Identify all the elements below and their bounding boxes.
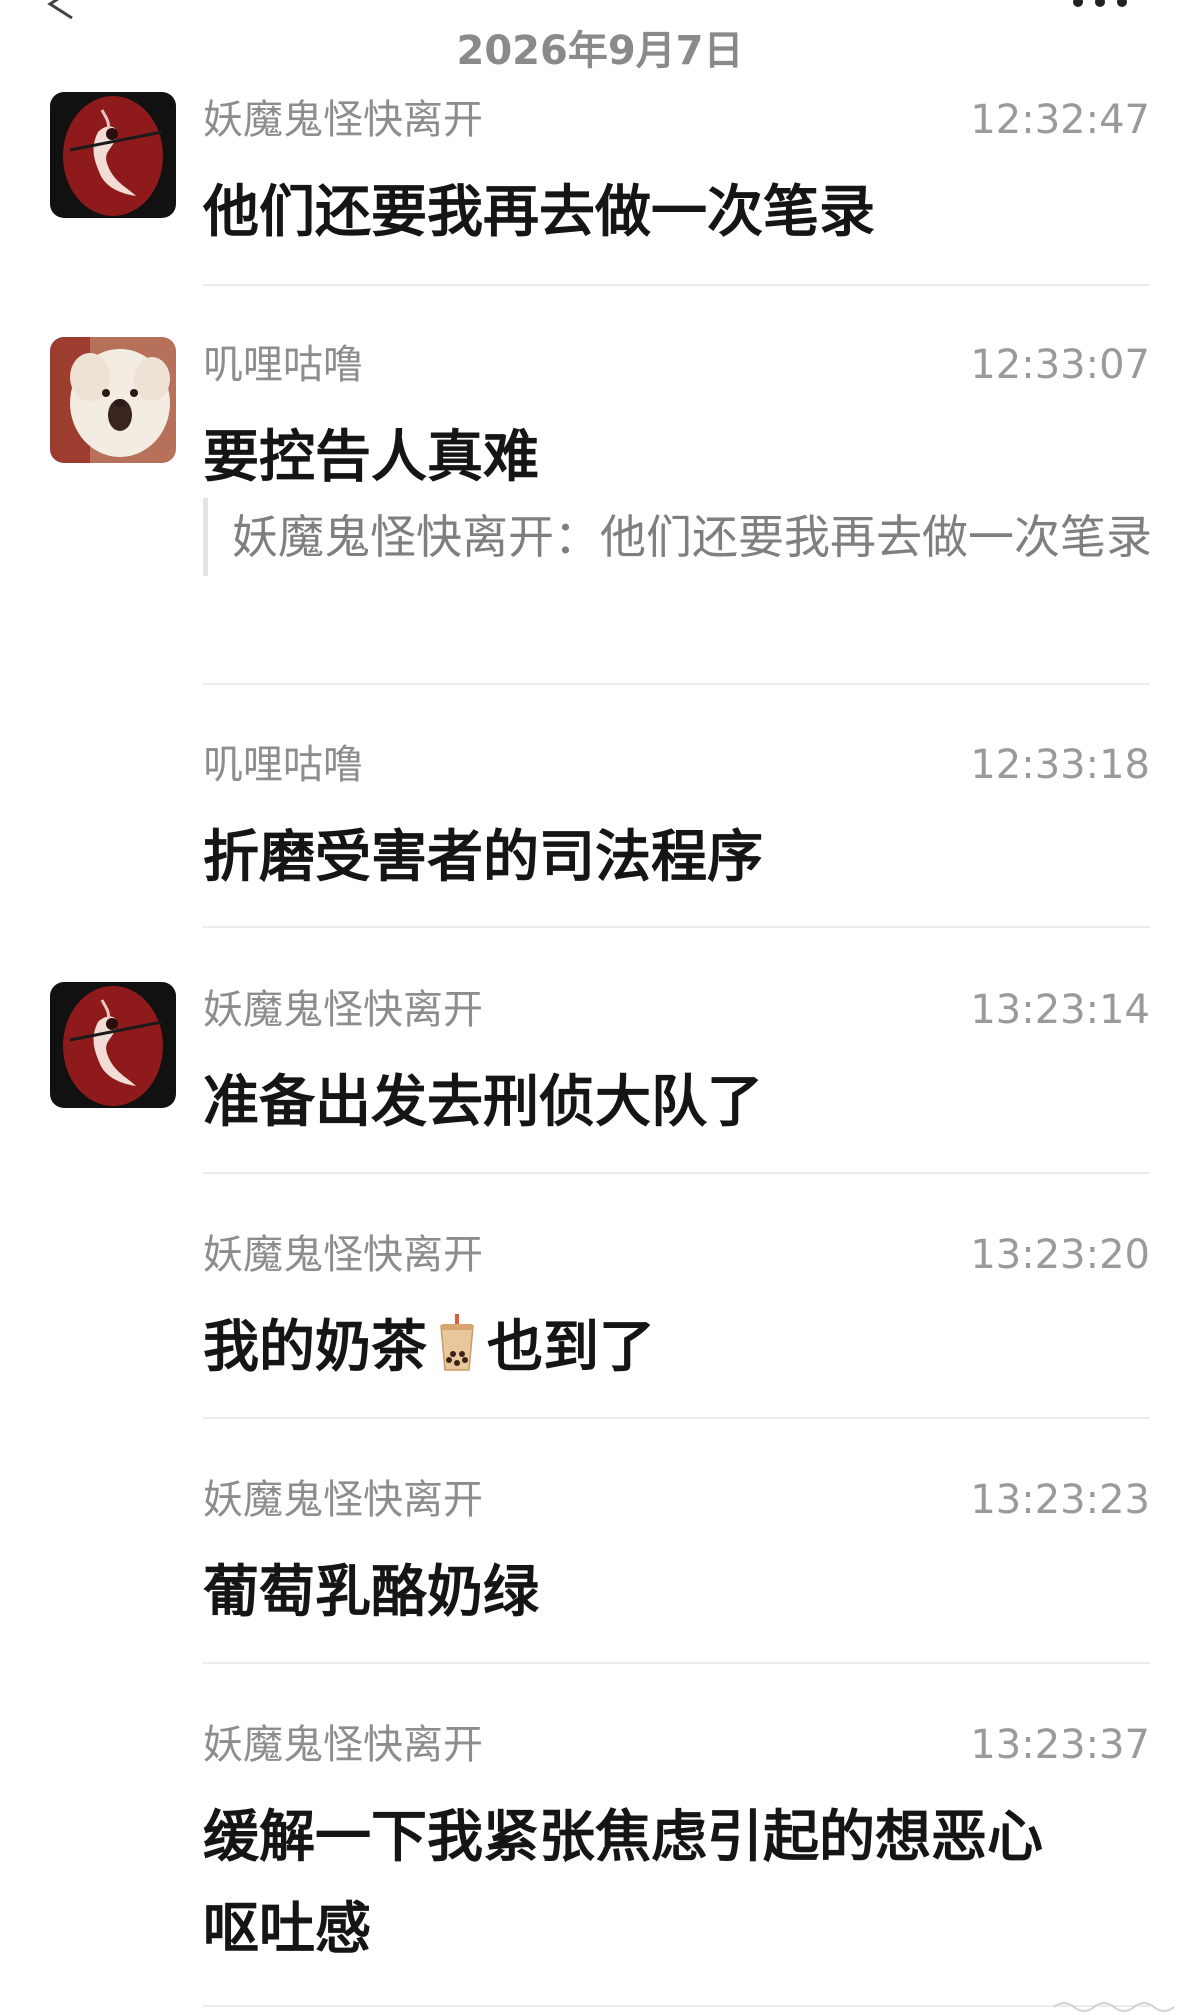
divider bbox=[203, 1172, 1150, 1174]
message-text-part: 我的奶茶 bbox=[203, 1315, 427, 1380]
sender-name: 妖魔鬼怪快离开 bbox=[203, 97, 483, 143]
message-item: 妖魔鬼怪快离开 13:23:37 缓解一下我紧张焦虑引起的想恶心呕吐感 bbox=[0, 1720, 1200, 1990]
divider bbox=[203, 926, 1150, 928]
message-item: 叽哩咕噜 12:33:18 折磨受害者的司法程序 bbox=[0, 740, 1200, 920]
divider bbox=[203, 284, 1150, 286]
sender-name: 妖魔鬼怪快离开 bbox=[203, 1722, 483, 1768]
message-text: 他们还要我再去做一次笔录 bbox=[203, 180, 875, 245]
message-item: 妖魔鬼怪快离开 12:32:47 他们还要我再去做一次笔录 bbox=[0, 92, 1200, 285]
date-label: 2026年9月7日 bbox=[456, 28, 744, 74]
bubble-tea-icon bbox=[440, 1314, 474, 1371]
message-text: 缓解一下我紧张焦虑引起的想恶心呕吐感 bbox=[203, 1805, 1043, 1962]
ink-painting-avatar[interactable] bbox=[50, 92, 176, 218]
message-item: 叽哩咕噜 12:33:07 要控告人真难 妖魔鬼怪快离开：他们还要我再去做一次笔… bbox=[0, 337, 1200, 680]
message-item: 妖魔鬼怪快离开 13:23:20 我的奶茶 也到了 bbox=[0, 1230, 1200, 1410]
sender-name: 叽哩咕噜 bbox=[203, 342, 363, 388]
message-text: 我的奶茶 也到了 bbox=[203, 1302, 1103, 1394]
quoted-message[interactable]: 妖魔鬼怪快离开：他们还要我再去做一次笔录 bbox=[203, 498, 1152, 576]
sender-name: 叽哩咕噜 bbox=[203, 742, 363, 788]
more-dots-icon[interactable] bbox=[1070, 0, 1130, 10]
message-time: 13:23:23 bbox=[970, 1477, 1150, 1523]
dog-avatar[interactable] bbox=[50, 337, 176, 463]
sender-name: 妖魔鬼怪快离开 bbox=[203, 1232, 483, 1278]
sender-name: 妖魔鬼怪快离开 bbox=[203, 1477, 483, 1523]
message-time: 12:33:18 bbox=[970, 742, 1150, 788]
message-text-part: 也到了 bbox=[487, 1315, 655, 1380]
divider bbox=[203, 683, 1150, 685]
message-text: 折磨受害者的司法程序 bbox=[203, 825, 763, 890]
divider bbox=[203, 2005, 1150, 2007]
message-text: 葡萄乳酪奶绿 bbox=[203, 1560, 539, 1625]
message-time: 13:23:14 bbox=[970, 987, 1150, 1033]
message-text: 准备出发去刑侦大队了 bbox=[203, 1070, 763, 1135]
sender-name: 妖魔鬼怪快离开 bbox=[203, 987, 483, 1033]
message-time: 13:23:20 bbox=[970, 1232, 1150, 1278]
message-item: 妖魔鬼怪快离开 13:23:23 葡萄乳酪奶绿 bbox=[0, 1475, 1200, 1655]
message-item: 妖魔鬼怪快离开 13:23:14 准备出发去刑侦大队了 bbox=[0, 982, 1200, 1165]
divider bbox=[203, 1417, 1150, 1419]
message-time: 12:32:47 bbox=[970, 97, 1150, 143]
header: 2026年9月7日 bbox=[0, 0, 1200, 80]
message-text: 要控告人真难 bbox=[203, 425, 539, 490]
message-time: 13:23:37 bbox=[970, 1722, 1150, 1768]
ink-painting-avatar[interactable] bbox=[50, 982, 176, 1108]
divider bbox=[203, 1662, 1150, 1664]
watermark-squiggle-icon bbox=[1053, 2002, 1175, 2012]
message-time: 12:33:07 bbox=[970, 342, 1150, 388]
